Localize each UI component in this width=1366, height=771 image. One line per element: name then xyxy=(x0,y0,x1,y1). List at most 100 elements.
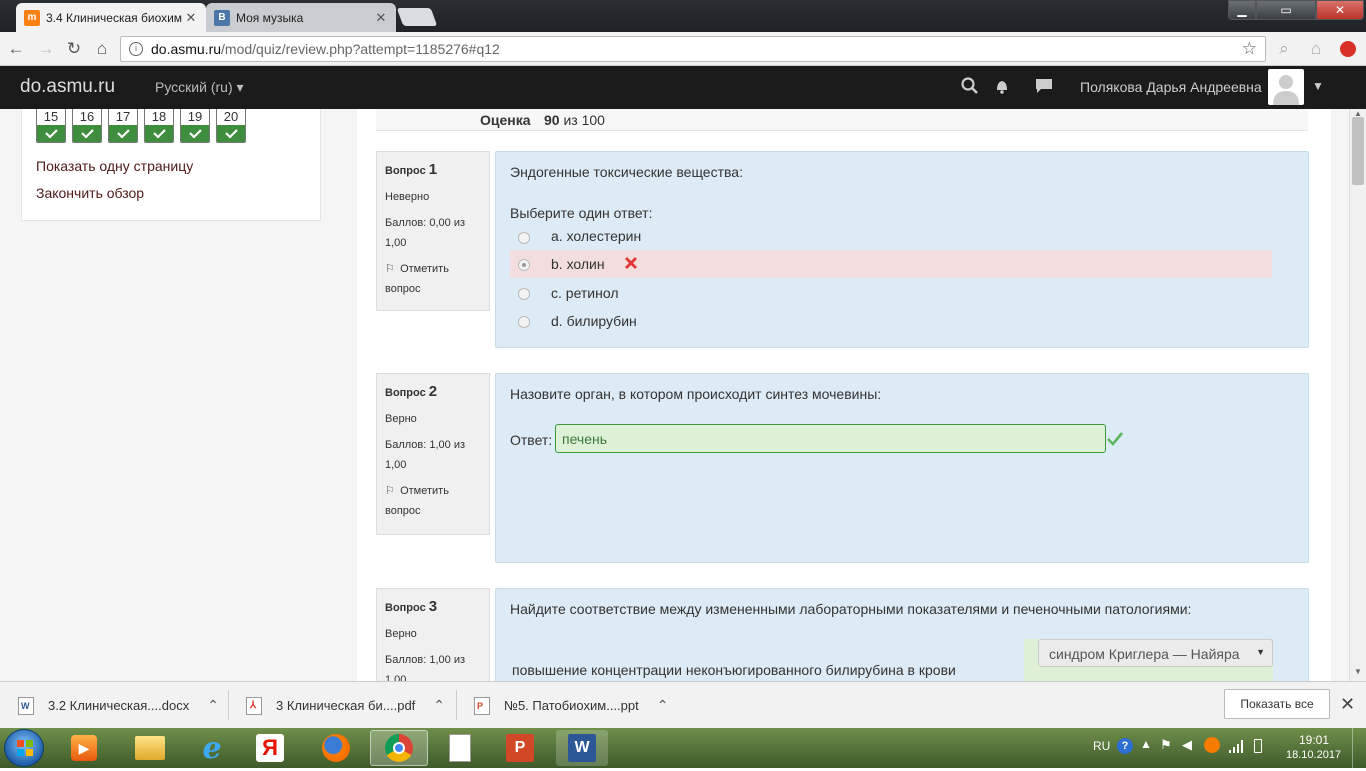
answer-option-c[interactable]: c. ретинол xyxy=(510,279,1272,307)
clock-time[interactable]: 19:01 xyxy=(1299,733,1329,747)
tab-vk-music[interactable]: B Моя музыка ✕ xyxy=(206,3,396,32)
question-marks: Баллов: 0,00 из 1,00 xyxy=(385,217,466,249)
tray-flag-icon[interactable]: ⚑ xyxy=(1160,737,1172,753)
answer-input[interactable]: печень xyxy=(555,424,1106,453)
minimize-button[interactable]: ▁ xyxy=(1228,0,1256,20)
language-menu[interactable]: Русский (ru) ▾ xyxy=(155,79,244,96)
vertical-scrollbar[interactable]: ▲ ▼ xyxy=(1349,109,1366,681)
finish-review-link[interactable]: Закончить обзор xyxy=(36,185,144,201)
windows-logo-icon xyxy=(17,740,33,756)
bookmark-star-icon[interactable]: ☆ xyxy=(1242,39,1257,59)
user-menu-caret-icon[interactable]: ▼ xyxy=(1312,79,1324,93)
url-host: do.asmu.ru xyxy=(151,41,222,57)
address-bar[interactable]: i do.asmu.ru/mod/quiz/review.php?attempt… xyxy=(120,36,1266,62)
scroll-thumb[interactable] xyxy=(1352,117,1364,185)
question-number: Вопрос 1 xyxy=(385,161,438,178)
download-item-ppt[interactable]: P №5. Патобиохим....ppt ⌃ xyxy=(474,682,668,729)
forward-arrow-icon[interactable]: → xyxy=(36,39,56,59)
quiz-nav-button-15[interactable]: 15 xyxy=(36,109,66,143)
antivirus-icon[interactable] xyxy=(1204,737,1220,753)
home-icon[interactable]: ⌂ xyxy=(92,39,112,59)
question-marks: Баллов: 1,00 из 1,00 xyxy=(385,439,466,471)
tray-expand-icon[interactable]: ▲ xyxy=(1140,737,1152,751)
avatar[interactable] xyxy=(1268,69,1304,105)
chevron-up-icon[interactable]: ⌃ xyxy=(657,697,669,714)
yandex-app[interactable]: Я xyxy=(244,730,296,766)
start-button[interactable] xyxy=(4,729,44,767)
correct-check-icon xyxy=(37,125,65,142)
radio-c[interactable] xyxy=(518,288,530,300)
download-item-docx[interactable]: W 3.2 Клиническая....docx ⌃ xyxy=(18,682,219,729)
answer-option-a[interactable]: a. холестерин xyxy=(510,223,1272,251)
input-language[interactable]: RU xyxy=(1093,739,1110,753)
chevron-up-icon[interactable]: ⌃ xyxy=(207,697,219,714)
extension-icon[interactable]: ⌂ xyxy=(1306,39,1326,59)
word-app[interactable]: W xyxy=(556,730,608,766)
moodle-icon: m xyxy=(24,9,40,26)
reload-icon[interactable]: ↻ xyxy=(64,39,84,59)
question-state: Неверно xyxy=(385,191,430,203)
notifications-bell-icon[interactable] xyxy=(993,77,1011,95)
zoom-icon[interactable]: ⌕ xyxy=(1274,39,1294,59)
close-window-button[interactable]: ✕ xyxy=(1316,0,1364,20)
match-row-label: повышение концентрации неконъюгированног… xyxy=(512,662,956,678)
search-icon[interactable] xyxy=(961,77,979,95)
internet-explorer-app[interactable]: e xyxy=(186,730,238,766)
maximize-button[interactable]: ▭ xyxy=(1256,0,1316,20)
back-arrow-icon[interactable]: ← xyxy=(6,39,26,59)
page-info-icon[interactable]: i xyxy=(129,42,143,56)
media-player-app[interactable]: ▶ xyxy=(58,730,110,766)
messages-icon[interactable] xyxy=(1035,78,1053,94)
volume-icon[interactable]: ◀ xyxy=(1182,737,1192,753)
question-3-info: Вопрос 3 Верно Баллов: 1,00 из 1,00 xyxy=(376,588,490,681)
quiz-nav-number: 15 xyxy=(43,109,59,124)
chrome-app[interactable] xyxy=(370,730,428,766)
folder-icon xyxy=(135,736,165,760)
blank-document-app[interactable] xyxy=(434,730,486,766)
tab-label: 3.4 Клиническая биохим xyxy=(46,10,183,25)
quiz-nav-button-17[interactable]: 17 xyxy=(108,109,138,143)
quiz-nav-number: 19 xyxy=(187,109,203,124)
extension-alert-icon[interactable] xyxy=(1338,39,1358,59)
quiz-nav-button-19[interactable]: 19 xyxy=(180,109,210,143)
clock-date[interactable]: 18.10.2017 xyxy=(1286,749,1341,761)
show-all-downloads-button[interactable]: Показать все xyxy=(1224,689,1330,719)
radio-b[interactable] xyxy=(518,259,530,271)
review-summary-table: Оценка 90 из 100 xyxy=(376,109,1308,131)
radio-d[interactable] xyxy=(518,316,530,328)
answer-option-d[interactable]: d. билирубин xyxy=(510,307,1272,335)
close-tab-icon[interactable]: ✕ xyxy=(374,10,388,26)
firefox-app[interactable] xyxy=(310,730,362,766)
quiz-nav-button-20[interactable]: 20 xyxy=(216,109,246,143)
site-brand[interactable]: do.asmu.ru xyxy=(20,76,115,98)
quiz-navigation-block: 15 16 17 18 19 20 Показать одну страницу Зако… xyxy=(21,109,321,221)
quiz-nav-button-16[interactable]: 16 xyxy=(72,109,102,143)
select-caret-icon: ▼ xyxy=(1256,647,1265,657)
flag-question-link[interactable]: ⚐ Отметить вопрос xyxy=(385,481,481,521)
show-desktop-button[interactable] xyxy=(1352,728,1366,768)
chevron-up-icon[interactable]: ⌃ xyxy=(433,697,445,714)
download-name: 3 Клиническая би....pdf xyxy=(276,698,416,713)
new-tab-button[interactable] xyxy=(396,8,438,26)
battery-icon[interactable] xyxy=(1254,739,1262,753)
quiz-nav-button-18[interactable]: 18 xyxy=(144,109,174,143)
network-signal-icon[interactable] xyxy=(1228,738,1244,754)
close-tab-icon[interactable]: ✕ xyxy=(184,10,198,26)
scroll-down-arrow-icon[interactable]: ▼ xyxy=(1354,667,1362,676)
user-name[interactable]: Полякова Дарья Андреевна xyxy=(1080,79,1262,95)
radio-a[interactable] xyxy=(518,232,530,244)
explorer-app[interactable] xyxy=(124,730,176,766)
answer-value: печень xyxy=(562,431,608,447)
quiz-nav-number: 20 xyxy=(223,109,239,124)
close-download-bar-icon[interactable]: ✕ xyxy=(1340,694,1355,715)
answer-option-b[interactable]: b. холин xyxy=(510,250,1272,278)
help-icon[interactable]: ? xyxy=(1117,738,1133,754)
download-divider xyxy=(456,690,457,720)
language-label: Русский (ru) xyxy=(155,79,233,95)
powerpoint-app[interactable]: P xyxy=(494,730,546,766)
match-select[interactable]: синдром Криглера — Найяра ▼ xyxy=(1038,639,1273,667)
tab-quiz-review[interactable]: m 3.4 Клиническая биохим ✕ xyxy=(16,3,206,32)
flag-question-link[interactable]: ⚐ Отметить вопрос xyxy=(385,259,481,299)
download-item-pdf[interactable]: ⅄ 3 Клиническая би....pdf ⌃ xyxy=(246,682,445,729)
show-one-page-link[interactable]: Показать одну страницу xyxy=(36,158,193,174)
